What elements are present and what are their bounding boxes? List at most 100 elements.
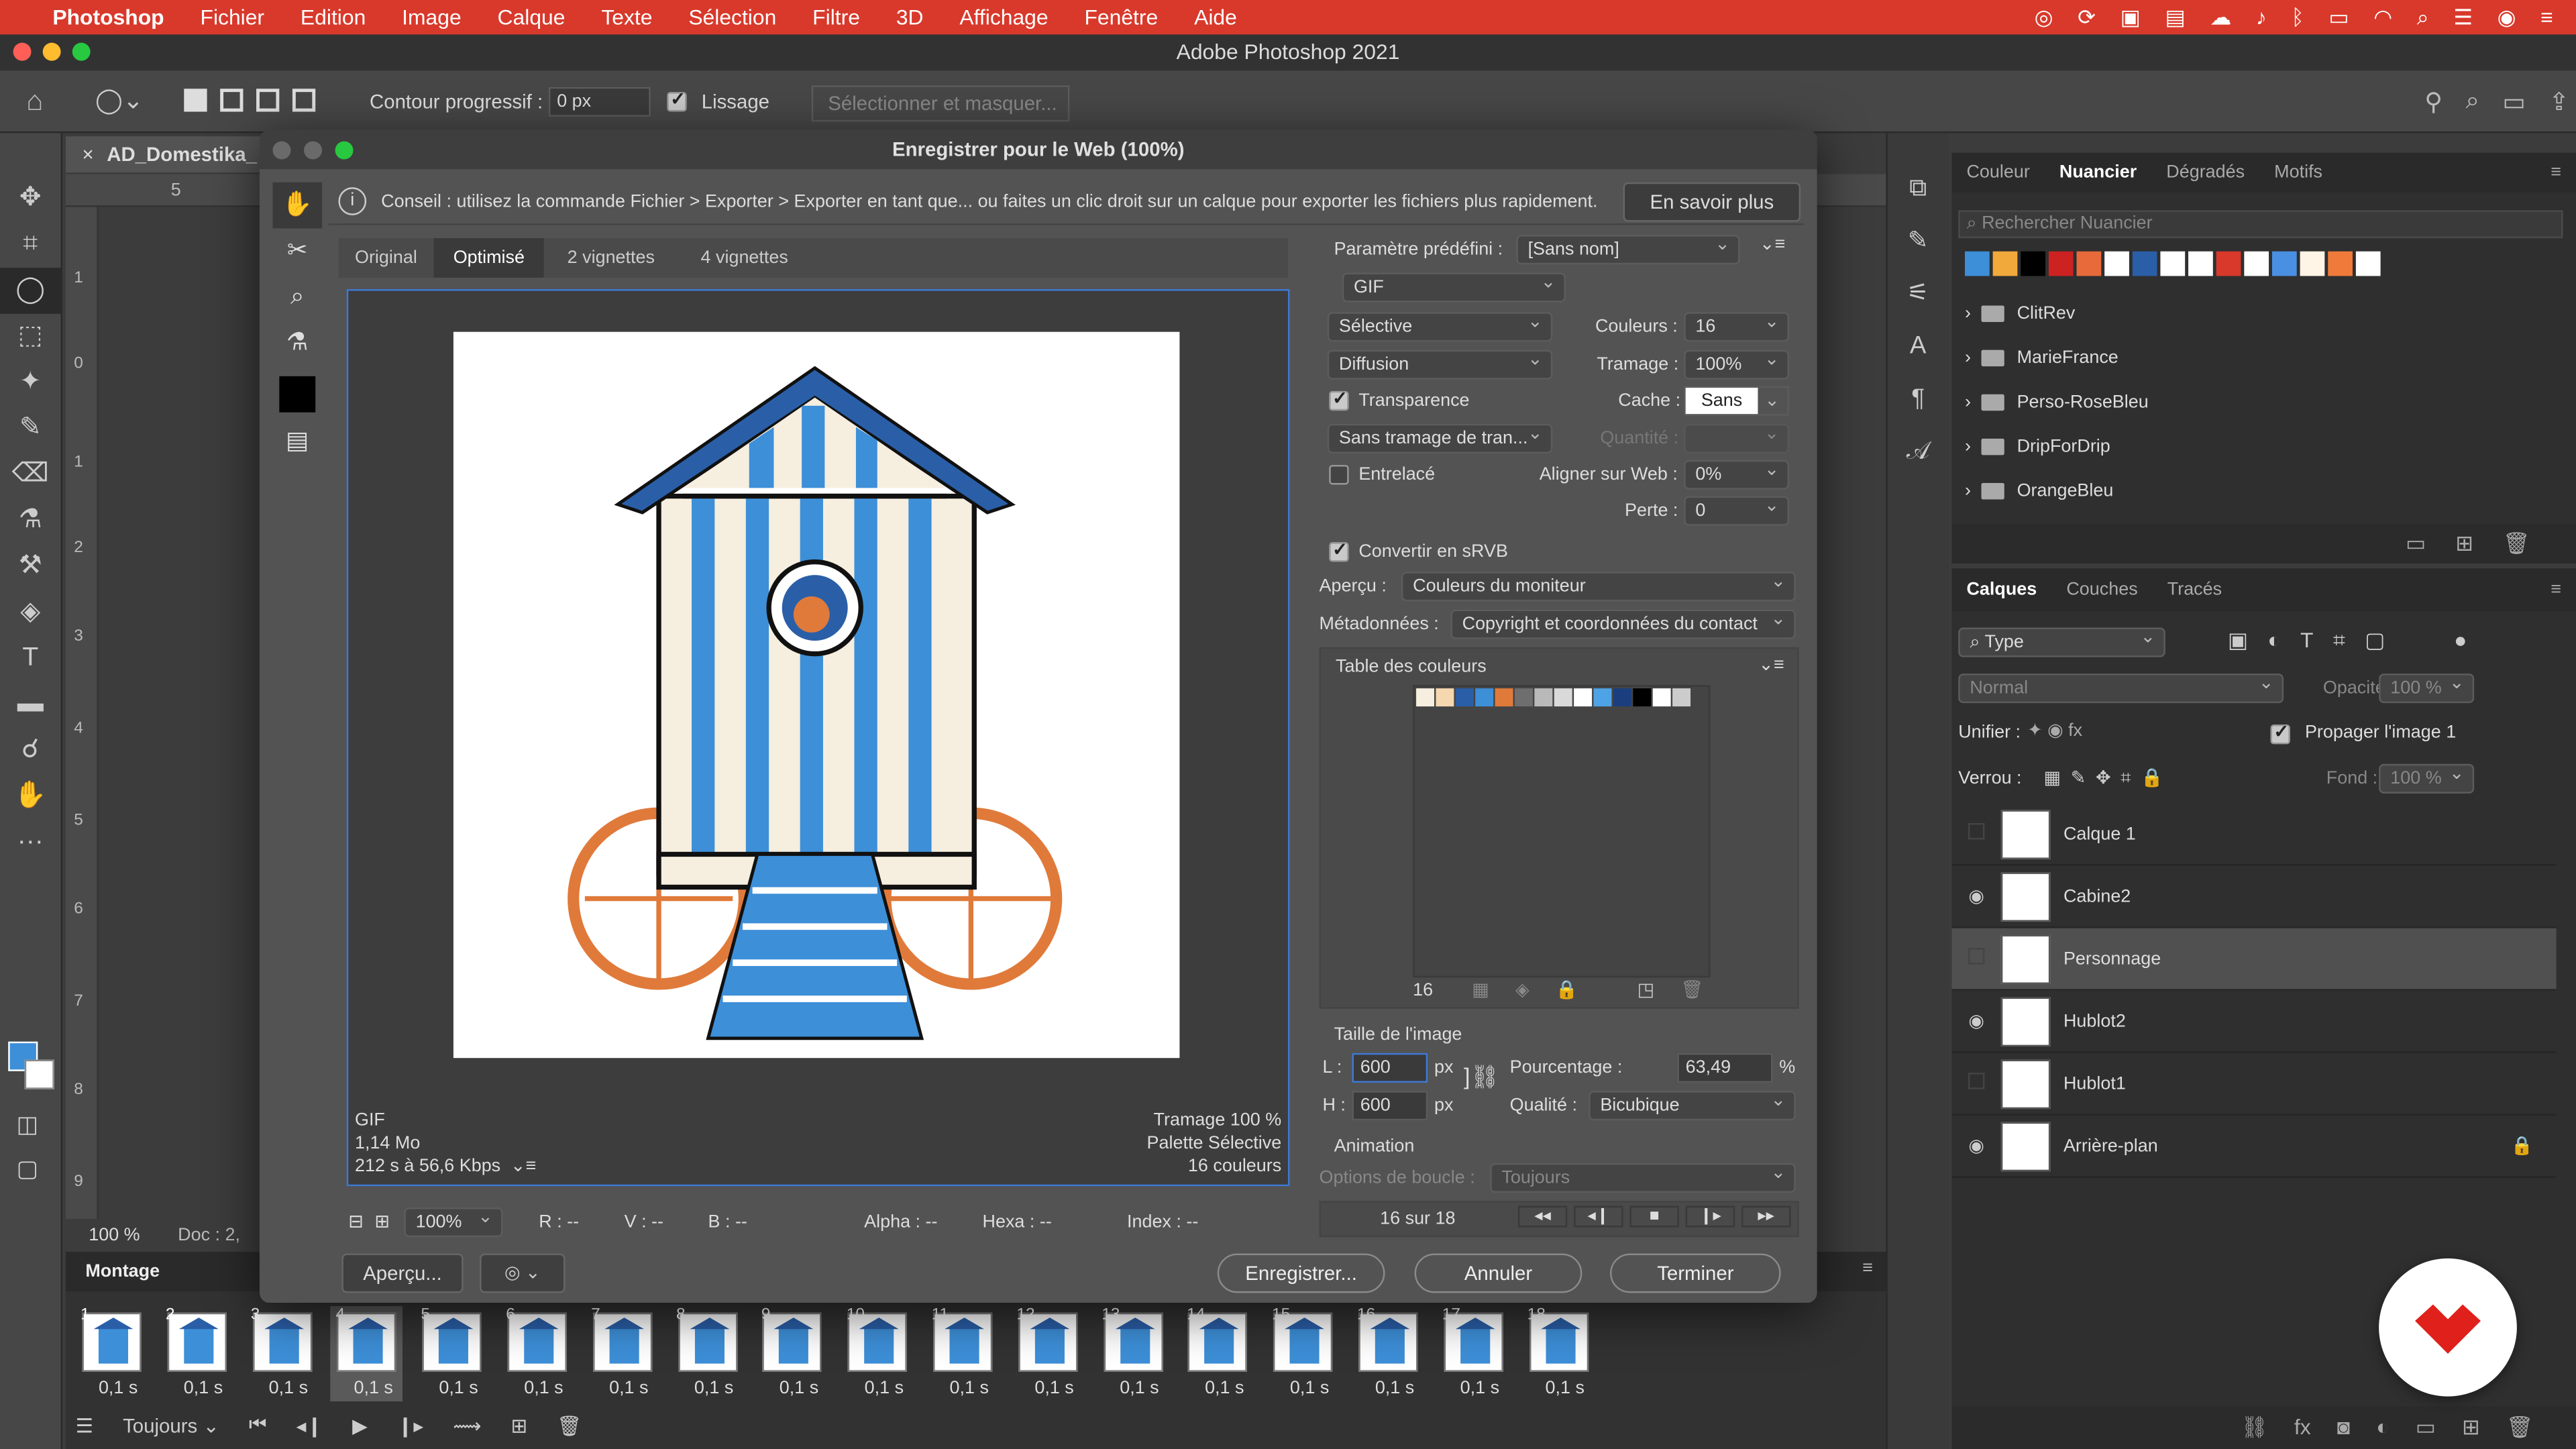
close-window-button[interactable]: [13, 42, 32, 61]
creative-cloud-icon[interactable]: ◎: [2035, 5, 2053, 31]
browser-select[interactable]: ◎ ⌄: [480, 1253, 566, 1293]
share-icon[interactable]: ⚲: [2424, 87, 2443, 117]
color-swatch[interactable]: [2132, 251, 2157, 276]
control-center-icon[interactable]: ☰: [2453, 5, 2473, 31]
frame-delay[interactable]: 0,1 s: [865, 1379, 904, 1398]
transparency-dither-select[interactable]: Sans tramage de tran...: [1327, 421, 1553, 453]
zoom-select[interactable]: 100%: [404, 1204, 503, 1238]
learn-more-button[interactable]: En savoir plus: [1623, 182, 1801, 222]
tab-4-vignettes[interactable]: 4 vignettes: [678, 238, 811, 278]
menu-fenetre[interactable]: Fenêtre: [1084, 5, 1158, 30]
swatch-folder[interactable]: › OrangeBleu: [1951, 468, 2576, 513]
fill-input[interactable]: 100 %: [2379, 761, 2475, 794]
zoom-tool-icon[interactable]: ⌕: [273, 274, 322, 321]
first-frame-icon[interactable]: ◂◂: [1517, 1205, 1568, 1228]
tab-optimise[interactable]: Optimisé: [433, 238, 545, 278]
menu-app[interactable]: Photoshop: [52, 5, 164, 30]
stop-icon[interactable]: ■: [1629, 1205, 1679, 1228]
swatch-folder[interactable]: › MarieFrance: [1951, 335, 2576, 380]
next-frame-icon[interactable]: ❙▸: [397, 1413, 423, 1436]
layer-fx-icon[interactable]: fx: [2294, 1406, 2311, 1449]
search-icon[interactable]: ⌕: [2417, 5, 2429, 31]
lasso-tool-icon[interactable]: ◯⌄: [95, 85, 144, 115]
magic-wand-icon[interactable]: ✦: [0, 360, 61, 406]
filter-smart-icon[interactable]: ▢: [2365, 628, 2385, 654]
animation-frame[interactable]: 5 0,1 s: [416, 1306, 488, 1401]
filter-toggle-icon[interactable]: ●: [2454, 628, 2467, 654]
layer-mask-icon[interactable]: ◙: [2337, 1406, 2350, 1449]
web-shift-icon[interactable]: ◈: [1515, 979, 1529, 1000]
notification-icon[interactable]: ▣: [2121, 5, 2141, 31]
layer-row[interactable]: ◉ Hublot2: [1951, 991, 2557, 1053]
siri-icon[interactable]: ◉: [2498, 5, 2516, 31]
dither-algo-select[interactable]: Diffusion: [1327, 347, 1553, 380]
color-swatch[interactable]: [2188, 251, 2213, 276]
dialog-close-button[interactable]: [272, 141, 291, 160]
history-icon[interactable]: ⧉: [1888, 162, 1949, 215]
filter-adjust-icon[interactable]: ◐: [2267, 628, 2280, 654]
frame-delay[interactable]: 0,1 s: [354, 1379, 392, 1398]
palette-color[interactable]: [1574, 688, 1593, 707]
frame-delay[interactable]: 0,1 s: [1120, 1379, 1159, 1398]
cloud-icon[interactable]: ☁: [2210, 5, 2231, 31]
timeline-convert-icon[interactable]: ☰: [76, 1413, 93, 1436]
tab-traces[interactable]: Tracés: [2153, 580, 2237, 599]
animation-frame[interactable]: 11 0,1 s: [926, 1306, 999, 1401]
preset-select[interactable]: [Sans nom]: [1516, 231, 1740, 265]
palette-color[interactable]: [1455, 688, 1474, 707]
panel-menu-icon[interactable]: ≡: [2536, 162, 2576, 182]
width-input[interactable]: 600: [1352, 1053, 1428, 1083]
frame-delay[interactable]: 0,1 s: [524, 1379, 563, 1398]
delete-layer-icon[interactable]: 🗑: [2506, 1406, 2533, 1449]
marquee-tool-icon[interactable]: ⬚: [0, 314, 61, 360]
animation-frame[interactable]: 13 0,1 s: [1097, 1306, 1169, 1401]
preview-select[interactable]: Couleurs du moniteur: [1401, 568, 1796, 602]
delete-frame-icon[interactable]: 🗑: [557, 1413, 582, 1436]
menu-edition[interactable]: Edition: [301, 5, 366, 30]
adjust-icon[interactable]: ⚟: [1888, 268, 1949, 320]
transparency-checkbox[interactable]: [1329, 388, 1349, 411]
animation-frame[interactable]: 4 0,1 s: [331, 1305, 403, 1401]
websnap-input[interactable]: 0%: [1684, 457, 1789, 490]
close-tab-icon[interactable]: ×: [82, 143, 93, 166]
blend-mode-select[interactable]: Normal: [1958, 670, 2284, 704]
frame-delay[interactable]: 0,1 s: [950, 1379, 989, 1398]
preview-image[interactable]: [453, 331, 1180, 1059]
duplicate-frame-icon[interactable]: ⊞: [511, 1413, 527, 1436]
sync-icon[interactable]: ⟳: [2078, 5, 2096, 31]
palette-color[interactable]: [1652, 688, 1671, 707]
screen-icon[interactable]: ▤: [2165, 5, 2185, 31]
swatch-folder[interactable]: › ClitRev: [1951, 290, 2576, 335]
palette-color[interactable]: [1613, 688, 1631, 707]
new-group-icon[interactable]: ▭: [2406, 524, 2426, 564]
layer-row[interactable]: Personnage: [1951, 928, 2557, 991]
select-mask-button[interactable]: Sélectionner et masquer...: [811, 85, 1070, 122]
search-icon[interactable]: ⌕: [2466, 87, 2480, 117]
animation-frame[interactable]: 9 0,1 s: [756, 1306, 828, 1401]
amount-input[interactable]: [1684, 421, 1789, 453]
adjustment-layer-icon[interactable]: ◐: [2376, 1406, 2389, 1449]
new-swatch-icon[interactable]: ⊞: [2455, 524, 2473, 564]
preset-menu-icon[interactable]: ⌄≡: [1760, 233, 1785, 254]
timeline-menu-icon[interactable]: ≡: [1862, 1258, 1873, 1278]
workspace-icon[interactable]: ▭: [2502, 87, 2526, 117]
menu-texte[interactable]: Texte: [601, 5, 652, 30]
frame-delay[interactable]: 0,1 s: [439, 1379, 478, 1398]
palette-color[interactable]: [1475, 688, 1494, 707]
metadata-select[interactable]: Copyright et coordonnées du contact: [1450, 606, 1796, 639]
layer-row[interactable]: Hublot1: [1951, 1053, 2557, 1116]
chevron-right-icon[interactable]: ›: [1965, 436, 1971, 455]
visibility-icon[interactable]: [1951, 822, 2000, 845]
frame-delay[interactable]: 0,1 s: [1460, 1379, 1499, 1398]
dialog-minimize-button[interactable]: [304, 141, 323, 160]
tab-calques[interactable]: Calques: [1951, 580, 2051, 599]
color-swatch[interactable]: [1992, 251, 2018, 276]
tab-nuancier[interactable]: Nuancier: [2045, 162, 2151, 182]
bluetooth-icon[interactable]: ᛒ: [2292, 5, 2304, 31]
color-swatch[interactable]: [2300, 251, 2325, 276]
frame-delay[interactable]: 0,1 s: [184, 1379, 223, 1398]
character-icon[interactable]: A: [1888, 321, 1949, 373]
matte-select[interactable]: Sans ⌄: [1684, 386, 1789, 416]
frame-delay[interactable]: 0,1 s: [1375, 1379, 1414, 1398]
loop-options-select[interactable]: Toujours: [1490, 1160, 1796, 1193]
